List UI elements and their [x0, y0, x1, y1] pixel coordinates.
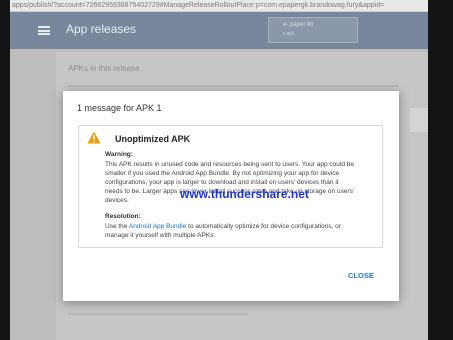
section-title: APKs in this release	[68, 64, 140, 73]
resolution-line: manage it yourself with multiple APKs.	[105, 232, 216, 239]
menu-icon[interactable]	[38, 26, 50, 35]
divider	[68, 313, 248, 315]
resolution-prefix: Use the	[105, 223, 129, 230]
close-button[interactable]: CLOSE	[348, 271, 374, 280]
background-panel	[410, 108, 428, 132]
address-bar[interactable]: apps/publish/?account=726629593887540272…	[10, 0, 428, 12]
android-app-bundle-link[interactable]: Android App Bundle	[129, 223, 186, 230]
warning-icon	[87, 131, 101, 144]
app-subtitle: v.apk	[283, 31, 295, 37]
app-bar: App releases e- paper kit v.apk	[10, 12, 428, 49]
divider	[68, 85, 398, 87]
watermark-text: www.thundershare.net	[180, 187, 309, 201]
resolution-suffix: to automatically optimize for device con…	[186, 223, 341, 230]
warning-line: configurations, your app is larger to do…	[105, 179, 339, 186]
message-title: Unoptimized APK	[115, 134, 191, 144]
warning-line: This APK results in unused code and reso…	[105, 161, 354, 168]
page-title: App releases	[66, 22, 137, 36]
resolution-label: Resolution:	[105, 213, 141, 220]
app-name: e- paper kit	[283, 22, 314, 28]
warning-label: Warning:	[105, 151, 133, 158]
app-selector[interactable]: e- paper kit v.apk	[268, 17, 358, 43]
resolution-text: Use the Android App Bundle to automatica…	[105, 222, 377, 240]
dialog-title: 1 message for APK 1	[77, 103, 162, 113]
warning-line: smaller if you used the Android App Bund…	[105, 170, 340, 177]
